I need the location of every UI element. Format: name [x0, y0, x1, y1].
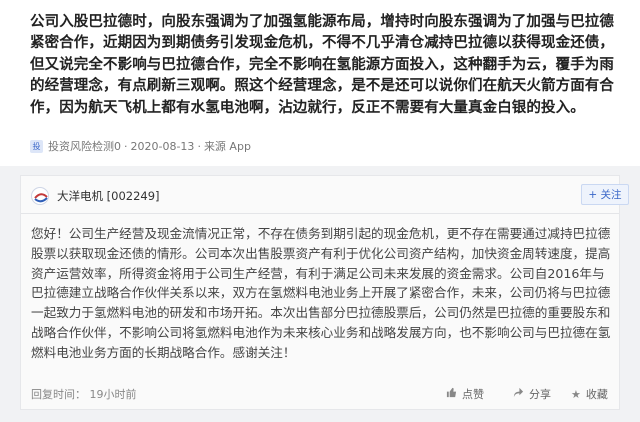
favorite-button[interactable]: ★ 收藏: [571, 386, 608, 402]
company-name[interactable]: 大洋电机 [002249]: [57, 188, 160, 204]
answer-text: 您好！公司生产经营及现金流情况正常，不存在债务到期引起的现金危机，更不存在需要通…: [31, 226, 611, 360]
share-label: 分享: [529, 388, 551, 401]
question-author[interactable]: 投资风险检测0: [48, 138, 121, 154]
like-button[interactable]: 点赞: [446, 386, 484, 402]
investor-badge: 投: [30, 139, 43, 153]
thumbs-up-icon: [446, 387, 457, 401]
question-text: 公司入股巴拉德时，向股东强调为了加强氢能源布局，增持时向股东强调为了加强与巴拉德…: [30, 14, 614, 116]
question-meta: 投 投资风险检测0 · 2020-08-13 · 来源 App: [30, 138, 251, 154]
company-logo: [31, 187, 49, 205]
answer-header: 大洋电机 [002249] + 关注: [21, 176, 629, 214]
like-label: 点赞: [462, 388, 484, 401]
favorite-label: 收藏: [585, 388, 608, 401]
star-icon: ★: [571, 387, 581, 401]
answer-footer: 回复时间： 19小时前 点赞 分享 ★ 收藏: [21, 383, 619, 409]
question-date: 2020-08-13: [130, 139, 195, 153]
share-button[interactable]: 分享: [513, 386, 551, 402]
answer-card: 大洋电机 [002249] + 关注 您好！公司生产经营及现金流情况正常，不存在…: [20, 175, 629, 410]
reply-time: 回复时间： 19小时前: [31, 388, 137, 401]
follow-button[interactable]: + 关注: [581, 184, 629, 205]
meta-separator: ·: [124, 139, 128, 153]
share-icon: [513, 387, 524, 401]
question-source: 来源 App: [203, 140, 251, 153]
meta-separator: ·: [197, 139, 201, 153]
